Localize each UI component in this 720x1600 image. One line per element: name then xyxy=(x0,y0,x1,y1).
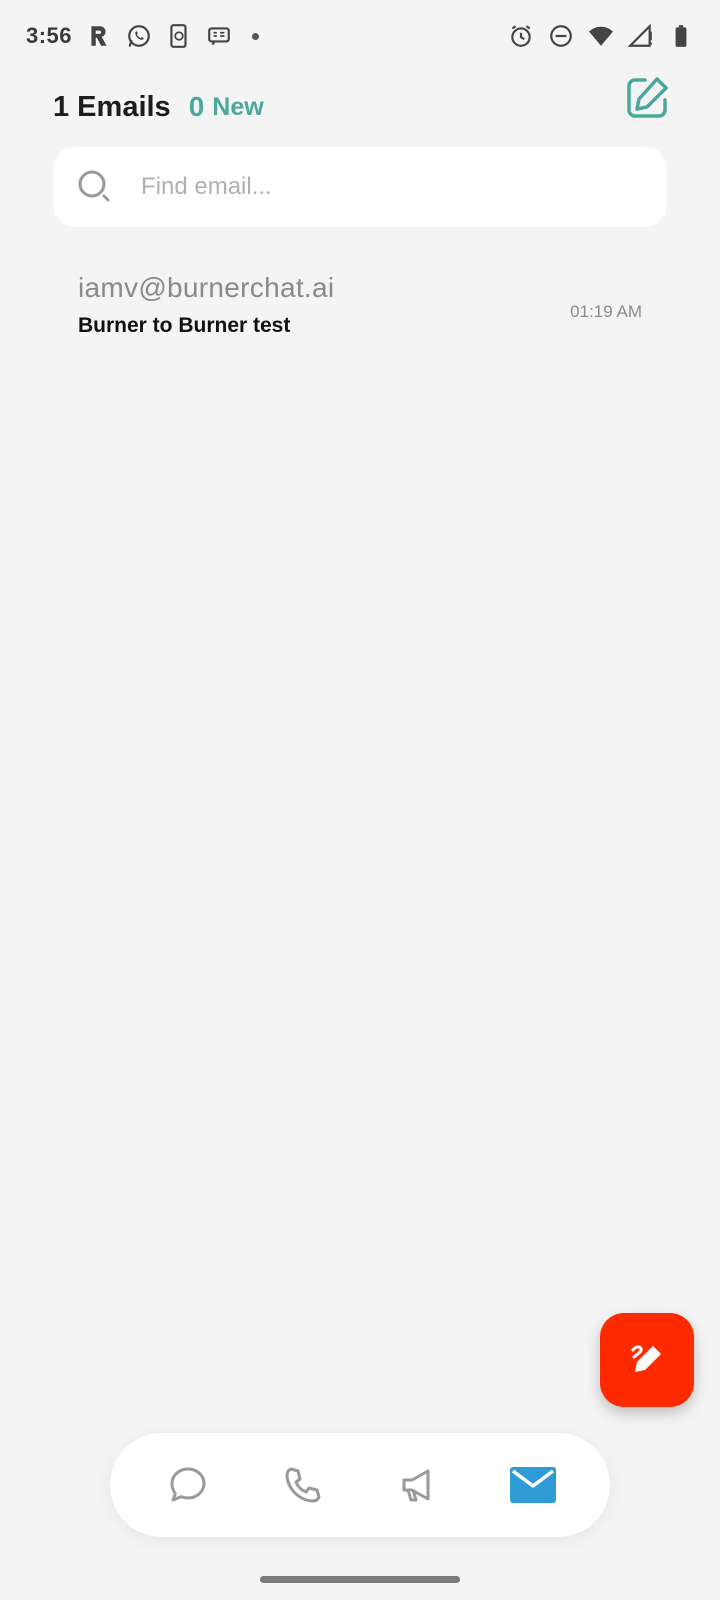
alarm-icon xyxy=(511,25,531,47)
phone-icon xyxy=(285,1467,320,1503)
r-app-icon xyxy=(91,26,107,46)
status-bar: 3:56 xyxy=(0,0,720,72)
status-time: 3:56 xyxy=(26,23,73,48)
pen-edit-icon xyxy=(631,1345,661,1372)
new-email-fab[interactable] xyxy=(600,1313,694,1407)
status-right xyxy=(508,23,694,49)
status-left: 3:56 xyxy=(26,23,260,49)
compose-button[interactable] xyxy=(621,72,673,124)
wifi-icon xyxy=(589,26,613,46)
email-list-item[interactable]: iamv@burnerchat.ai Burner to Burner test… xyxy=(53,272,667,352)
new-count: 0 xyxy=(188,91,205,122)
do-not-disturb-icon xyxy=(550,25,572,47)
mail-icon xyxy=(509,1467,556,1503)
email-screen: 3:56 1 Emails 0 New Find email... iamv@b… xyxy=(0,0,720,1600)
email-sender: iamv@burnerchat.ai xyxy=(78,272,335,303)
bottom-nav xyxy=(110,1433,610,1537)
whatsapp-icon xyxy=(128,25,150,47)
cell-signal-icon xyxy=(628,23,652,47)
home-indicator[interactable] xyxy=(260,1576,460,1583)
message-card-icon xyxy=(208,27,230,46)
tab-messages[interactable] xyxy=(152,1449,224,1521)
tab-calls[interactable] xyxy=(267,1449,339,1521)
search-bar[interactable] xyxy=(53,147,667,227)
new-label: New xyxy=(212,92,264,121)
email-list: iamv@burnerchat.ai Burner to Burner test… xyxy=(53,272,667,352)
notification-dot xyxy=(252,32,260,40)
search-icon xyxy=(78,170,110,202)
battery-icon xyxy=(675,25,687,47)
inbox-header: 1 Emails 0 New xyxy=(53,72,673,142)
megaphone-icon xyxy=(402,1469,429,1502)
tab-broadcast[interactable] xyxy=(382,1449,454,1521)
chat-bubble-icon xyxy=(170,1467,205,1502)
email-time: 01:19 AM xyxy=(570,302,642,321)
search-input[interactable] xyxy=(141,173,621,201)
edit-square-icon xyxy=(627,77,668,118)
email-count: 1 Emails xyxy=(53,90,171,123)
tab-email[interactable] xyxy=(497,1449,569,1521)
phone-sync-icon xyxy=(170,24,187,48)
